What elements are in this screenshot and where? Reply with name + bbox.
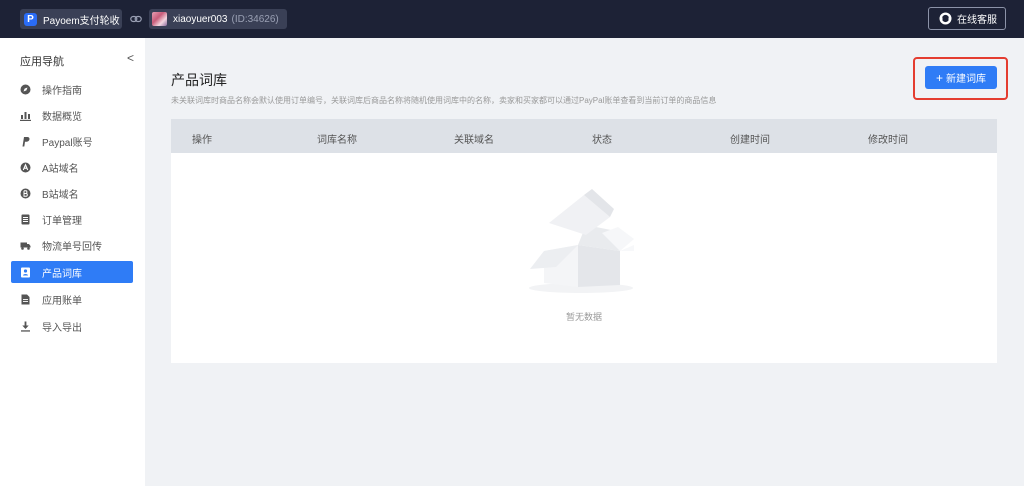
top-bar: P Payoem支付轮收 xiaoyuer003 (ID:34626) 在线客服	[0, 0, 1024, 38]
sidebar-item-label: B站域名	[42, 189, 79, 201]
headset-icon	[939, 12, 952, 25]
sidebar-item-b-domain[interactable]: B站域名	[11, 182, 133, 204]
sidebar-item-label: 物流单号回传	[42, 241, 102, 253]
sidebar-item-billing[interactable]: 应用账单	[11, 288, 133, 310]
sidebar-title: 应用导航	[20, 56, 64, 68]
new-lexicon-label: 新建词库	[946, 74, 986, 85]
sidebar-item-label: Paypal账号	[42, 137, 93, 149]
column-header-status[interactable]: 状态	[592, 131, 612, 146]
paypal-icon	[20, 136, 31, 147]
bar-chart-icon	[20, 110, 31, 121]
page-description: 未关联词库时商品名称会默认使用订单编号，关联词库后商品名称将随机使用词库中的名称…	[171, 96, 717, 105]
sidebar-item-label: 订单管理	[42, 215, 82, 227]
column-header-lexicon-name[interactable]: 词库名称	[317, 131, 357, 146]
sidebar-item-product-lexicon[interactable]: 产品词库	[11, 261, 133, 283]
contacts-icon	[20, 267, 31, 278]
sidebar-item-tracking[interactable]: 物流单号回传	[11, 234, 133, 256]
sidebar-item-label: 操作指南	[42, 85, 82, 97]
online-service-label: 在线客服	[957, 15, 997, 26]
column-header-modified-time[interactable]: 修改时间	[868, 131, 908, 146]
column-header-domain[interactable]: 关联域名	[454, 131, 494, 146]
column-header-created-time[interactable]: 创建时间	[730, 131, 770, 146]
plus-icon: +	[935, 70, 943, 85]
sidebar-item-label: 产品词库	[42, 268, 82, 280]
avatar	[152, 12, 167, 26]
sidebar-item-a-domain[interactable]: A站域名	[11, 156, 133, 178]
app-switcher[interactable]: P Payoem支付轮收	[20, 9, 122, 29]
brand-logo-icon: P	[24, 12, 37, 26]
username: xiaoyuer003	[173, 13, 228, 25]
sidebar-item-label: A站域名	[42, 163, 79, 175]
page-title: 产品词库	[171, 72, 227, 88]
sidebar-item-orders[interactable]: 订单管理	[11, 208, 133, 230]
sidebar-item-guide[interactable]: 操作指南	[11, 78, 133, 100]
a-circle-icon	[20, 162, 31, 173]
sidebar-item-label: 导入导出	[42, 322, 82, 334]
new-lexicon-button[interactable]: + 新建词库	[925, 66, 997, 89]
truck-icon	[20, 240, 31, 251]
lexicon-table: 操作 词库名称 关联域名 状态 创建时间 修改时间 暂无数据	[171, 119, 997, 363]
collapse-sidebar-icon[interactable]: <	[127, 51, 134, 65]
sidebar-item-overview[interactable]: 数据概览	[11, 104, 133, 126]
user-account-chip[interactable]: xiaoyuer003 (ID:34626)	[149, 9, 287, 29]
b-circle-icon	[20, 188, 31, 199]
clipboard-icon	[20, 214, 31, 225]
sidebar-item-import-export[interactable]: 导入导出	[11, 315, 133, 337]
empty-box-icon	[529, 189, 634, 293]
download-icon	[20, 321, 31, 332]
user-id: (ID:34626)	[231, 13, 279, 25]
sidebar-item-label: 应用账单	[42, 295, 82, 307]
sidebar: 应用导航 < 操作指南 数据概览 Paypal账号 A站域名 B站域名 订单管理…	[0, 38, 145, 486]
online-service-button[interactable]: 在线客服	[928, 7, 1006, 30]
main-content: 产品词库 未关联词库时商品名称会默认使用订单编号，关联词库后商品名称将随机使用词…	[145, 38, 1024, 486]
empty-state-text: 暂无数据	[565, 312, 602, 322]
table-header: 操作 词库名称 关联域名 状态 创建时间 修改时间	[171, 119, 997, 153]
document-icon	[20, 294, 31, 305]
column-header-actions[interactable]: 操作	[192, 131, 212, 146]
link-icon	[130, 15, 142, 23]
sidebar-item-paypal[interactable]: Paypal账号	[11, 130, 133, 152]
brand-name: Payoem支付轮收	[43, 15, 120, 27]
sidebar-item-label: 数据概览	[42, 111, 82, 123]
compass-icon	[20, 84, 31, 95]
